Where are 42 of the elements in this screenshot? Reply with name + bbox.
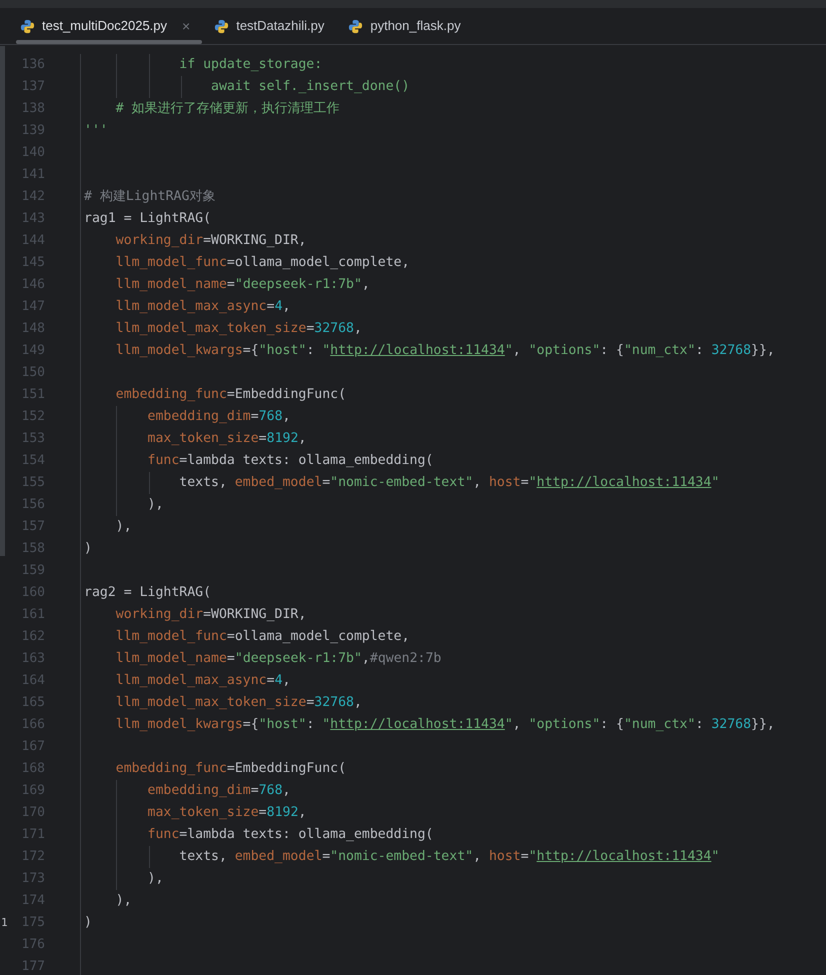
code-line: # 如果进行了存储更新，执行清理工作 [114,100,340,118]
code-line: llm_model_max_token_size=32768, [114,694,362,712]
file-tab[interactable]: testDatazhili.py [202,8,336,44]
code-line: ), [114,518,132,536]
code-line: texts, embed_model="nomic-embed-text", host="http://localhost:11434" [178,848,720,866]
code-line: texts, embed_model="nomic-embed-text", host="http://localhost:11434" [178,474,720,492]
code-line: llm_model_name="deepseek-r1:7b",#qwen2:7b [114,650,442,668]
code-line: await self._insert_done() [210,78,410,96]
python-icon [214,18,230,34]
python-icon [348,18,364,34]
code-line: rag1 = LightRAG( [84,210,212,228]
code-line: embedding_func=EmbeddingFunc( [114,386,346,404]
code-line: func=lambda texts: ollama_embedding( [146,452,434,470]
code-line: max_token_size=8192, [146,430,306,448]
code-line: llm_model_name="deepseek-r1:7b", [114,276,370,294]
code-line: if update_storage: [178,56,322,74]
gutter-mark: 1 [1,914,8,931]
code-line: llm_model_func=ollama_model_complete, [114,628,410,646]
code-line: llm_model_kwargs={"host": "http://localhost:11434", "options": {"num_ctx": 32768}}, [114,342,775,360]
file-tab[interactable]: python_flask.py [336,8,473,44]
code-line: ), [146,870,164,888]
code-line: embedding_dim=768, [146,408,290,426]
code-line: llm_model_max_async=4, [114,672,290,690]
code-line: working_dir=WORKING_DIR, [114,232,306,250]
file-tab[interactable]: test_multiDoc2025.py × [8,8,202,44]
code-line: ), [146,496,164,514]
code-line: embedding_dim=768, [146,782,290,800]
code-line: ''' [84,122,108,140]
code-line: func=lambda texts: ollama_embedding( [146,826,434,844]
code-line: ) [84,914,92,932]
code-line: ) [84,540,92,558]
code-line: embedding_func=EmbeddingFunc( [114,760,346,778]
code-line: llm_model_max_async=4, [114,298,290,316]
code-line: llm_model_func=ollama_model_complete, [114,254,410,272]
code-line: llm_model_max_token_size=32768, [114,320,362,338]
code-line: # 构建LightRAG对象 [84,188,216,206]
code-line: ), [114,892,132,910]
python-icon [20,18,35,34]
code-line: llm_model_kwargs={"host": "http://localhost:11434", "options": {"num_ctx": 32768}}, [114,716,775,734]
code-line: max_token_size=8192, [146,804,306,822]
code-line: working_dir=WORKING_DIR, [114,606,306,624]
code-line: rag2 = LightRAG( [84,584,212,602]
